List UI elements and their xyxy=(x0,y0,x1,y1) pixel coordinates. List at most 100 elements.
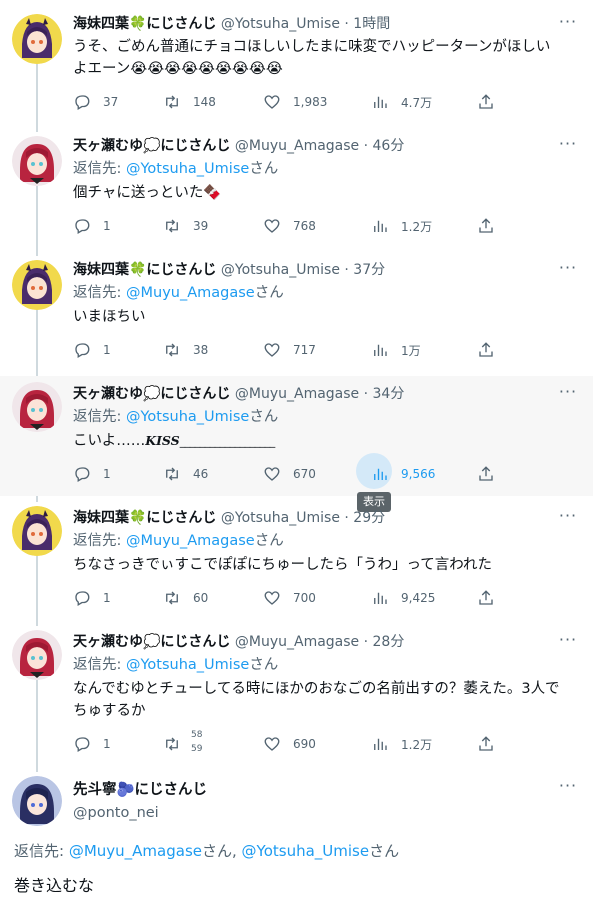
display-name[interactable]: 天ヶ瀬むゆ💭にじさんじ xyxy=(73,634,230,650)
views-chart-icon xyxy=(374,344,387,356)
reply-to-separator: さん, xyxy=(201,842,242,860)
retweet-icon xyxy=(166,343,178,357)
tweet-text-underline: ___________________ xyxy=(179,435,276,448)
avatar[interactable] xyxy=(12,14,62,64)
reply-to-line: 返信先: @Muyu_Amagaseさん xyxy=(73,282,579,304)
reply-button[interactable]: 1 xyxy=(73,462,111,486)
like-button[interactable]: 700 xyxy=(263,586,316,610)
view-count: 4.7万 xyxy=(401,95,433,110)
retweet-button[interactable]: 60 xyxy=(163,586,208,610)
avatar[interactable] xyxy=(12,506,62,556)
handle[interactable]: @ponto_nei xyxy=(73,802,159,824)
share-button[interactable] xyxy=(477,338,495,362)
like-count: 1,983 xyxy=(293,95,328,109)
retweet-count: 39 xyxy=(193,219,209,233)
like-button[interactable]: 717 xyxy=(263,338,316,362)
like-button[interactable]: 768 xyxy=(263,214,316,238)
tweet-text: ちなさっきでぃすこでぽぽにちゅーしたら「うわ」って言われた xyxy=(73,557,493,573)
mention-link[interactable]: @Muyu_Amagase xyxy=(69,842,202,860)
reply-button[interactable]: 37 xyxy=(73,90,118,114)
handle-timestamp[interactable]: @Muyu_Amagase · 46分 xyxy=(235,138,404,154)
share-icon xyxy=(479,218,493,233)
avatar[interactable] xyxy=(12,630,62,680)
retweet-button[interactable]: 46 xyxy=(163,462,208,486)
more-options-icon[interactable]: ··· xyxy=(557,778,579,800)
reply-count: 1 xyxy=(103,591,111,605)
tweet-hovered[interactable]: 天ヶ瀬むゆ💭にじさんじ @Muyu_Amagase · 34分 ··· 返信先:… xyxy=(0,376,593,496)
retweet-count: 46 xyxy=(193,467,209,481)
mention-link[interactable]: @Yotsuha_Umise xyxy=(126,161,249,177)
mention-link[interactable]: @Yotsuha_Umise xyxy=(242,842,370,860)
reply-button[interactable]: 1 xyxy=(73,586,111,610)
handle-timestamp[interactable]: @Yotsuha_Umise · 29分 xyxy=(221,510,385,526)
tweet[interactable]: 海妹四葉🍀にじさんじ @Yotsuha_Umise · 37分 ··· 返信先:… xyxy=(0,252,593,376)
views-button[interactable]: 4.7万 xyxy=(371,90,432,114)
avatar[interactable] xyxy=(12,260,62,310)
retweet-button[interactable] xyxy=(163,732,181,756)
more-options-icon[interactable]: ··· xyxy=(557,260,579,282)
share-button[interactable] xyxy=(477,732,495,756)
more-options-icon[interactable]: ··· xyxy=(557,632,579,654)
avatar[interactable] xyxy=(12,776,62,826)
tweet[interactable]: 海妹四葉🍀にじさんじ @Yotsuha_Umise · 1時間 ··· うそ、ご… xyxy=(0,0,593,128)
action-bar: 1 58 59 690 1.2万 xyxy=(73,730,513,756)
like-button[interactable]: 690 xyxy=(263,732,316,756)
views-button[interactable]: 9,566 xyxy=(371,462,435,486)
reply-count: 1 xyxy=(103,343,111,357)
tweet-text-line: ちゅするか xyxy=(73,703,146,719)
reply-button[interactable]: 1 xyxy=(73,338,111,362)
tweet[interactable]: 天ヶ瀬むゆ💭にじさんじ @Muyu_Amagase · 46分 ··· 返信先:… xyxy=(0,128,593,252)
heart-icon xyxy=(264,591,280,605)
handle-timestamp[interactable]: @Muyu_Amagase · 28分 xyxy=(235,634,404,650)
mention-link[interactable]: @Muyu_Amagase xyxy=(126,533,255,549)
avatar[interactable] xyxy=(12,382,62,432)
reply-to-suffix: さん xyxy=(249,657,279,673)
mention-link[interactable]: @Muyu_Amagase xyxy=(126,285,255,301)
like-button[interactable]: 670 xyxy=(263,462,316,486)
retweet-button[interactable]: 38 xyxy=(163,338,208,362)
handle-timestamp[interactable]: @Yotsuha_Umise · 1時間 xyxy=(221,16,390,32)
display-name[interactable]: 天ヶ瀬むゆ💭にじさんじ xyxy=(73,386,230,402)
avatar[interactable] xyxy=(12,136,62,186)
more-options-icon[interactable]: ··· xyxy=(557,508,579,530)
more-options-icon[interactable]: ··· xyxy=(557,136,579,158)
share-button[interactable] xyxy=(477,462,495,486)
reply-to-line: 返信先: @Yotsuha_Umiseさん xyxy=(73,654,579,676)
display-name[interactable]: 先斗寧🫐にじさんじ xyxy=(73,779,207,801)
mention-link[interactable]: @Yotsuha_Umise xyxy=(126,657,249,673)
reply-icon xyxy=(75,343,90,358)
reply-icon xyxy=(75,219,90,234)
display-name[interactable]: 天ヶ瀬むゆ💭にじさんじ xyxy=(73,138,230,154)
retweet-count: 60 xyxy=(193,591,209,605)
tweet[interactable]: 海妹四葉🍀にじさんじ @Yotsuha_Umise · 29分 ··· 返信先:… xyxy=(0,500,593,624)
more-options-icon[interactable]: ··· xyxy=(557,384,579,406)
tweet-text-kiss: KISS xyxy=(145,433,180,448)
like-count: 768 xyxy=(293,219,316,233)
reply-button[interactable]: 1 xyxy=(73,732,111,756)
handle-timestamp[interactable]: @Yotsuha_Umise · 37分 xyxy=(221,262,385,278)
mention-link[interactable]: @Yotsuha_Umise xyxy=(126,409,249,425)
views-button[interactable]: 9,425 xyxy=(371,586,435,610)
reply-button[interactable]: 1 xyxy=(73,214,111,238)
view-count: 9,566 xyxy=(401,467,436,481)
display-name[interactable]: 海妹四葉🍀にじさんじ xyxy=(73,510,216,526)
views-button[interactable]: 1万 xyxy=(371,338,421,362)
display-name[interactable]: 海妹四葉🍀にじさんじ xyxy=(73,16,216,32)
share-button[interactable] xyxy=(477,586,495,610)
views-chart-icon xyxy=(374,220,387,232)
handle-timestamp[interactable]: @Muyu_Amagase · 34分 xyxy=(235,386,404,402)
tweet-text: こいよ……KISS___________________ xyxy=(73,430,579,453)
display-name[interactable]: 海妹四葉🍀にじさんじ xyxy=(73,262,216,278)
reply-to-line: 返信先: @Muyu_Amagaseさん xyxy=(73,530,579,552)
share-button[interactable] xyxy=(477,214,495,238)
views-button[interactable]: 1.2万 xyxy=(371,732,432,756)
heart-icon xyxy=(264,343,280,357)
like-button[interactable]: 1,983 xyxy=(263,90,327,114)
more-options-icon[interactable]: ··· xyxy=(557,14,579,36)
share-button[interactable] xyxy=(477,90,495,114)
reply-icon xyxy=(75,467,90,482)
tweet[interactable]: 天ヶ瀬むゆ💭にじさんじ @Muyu_Amagase · 28分 ··· 返信先:… xyxy=(0,624,593,764)
views-button[interactable]: 1.2万 xyxy=(371,214,432,238)
retweet-button[interactable]: 39 xyxy=(163,214,208,238)
retweet-button[interactable]: 148 xyxy=(163,90,216,114)
